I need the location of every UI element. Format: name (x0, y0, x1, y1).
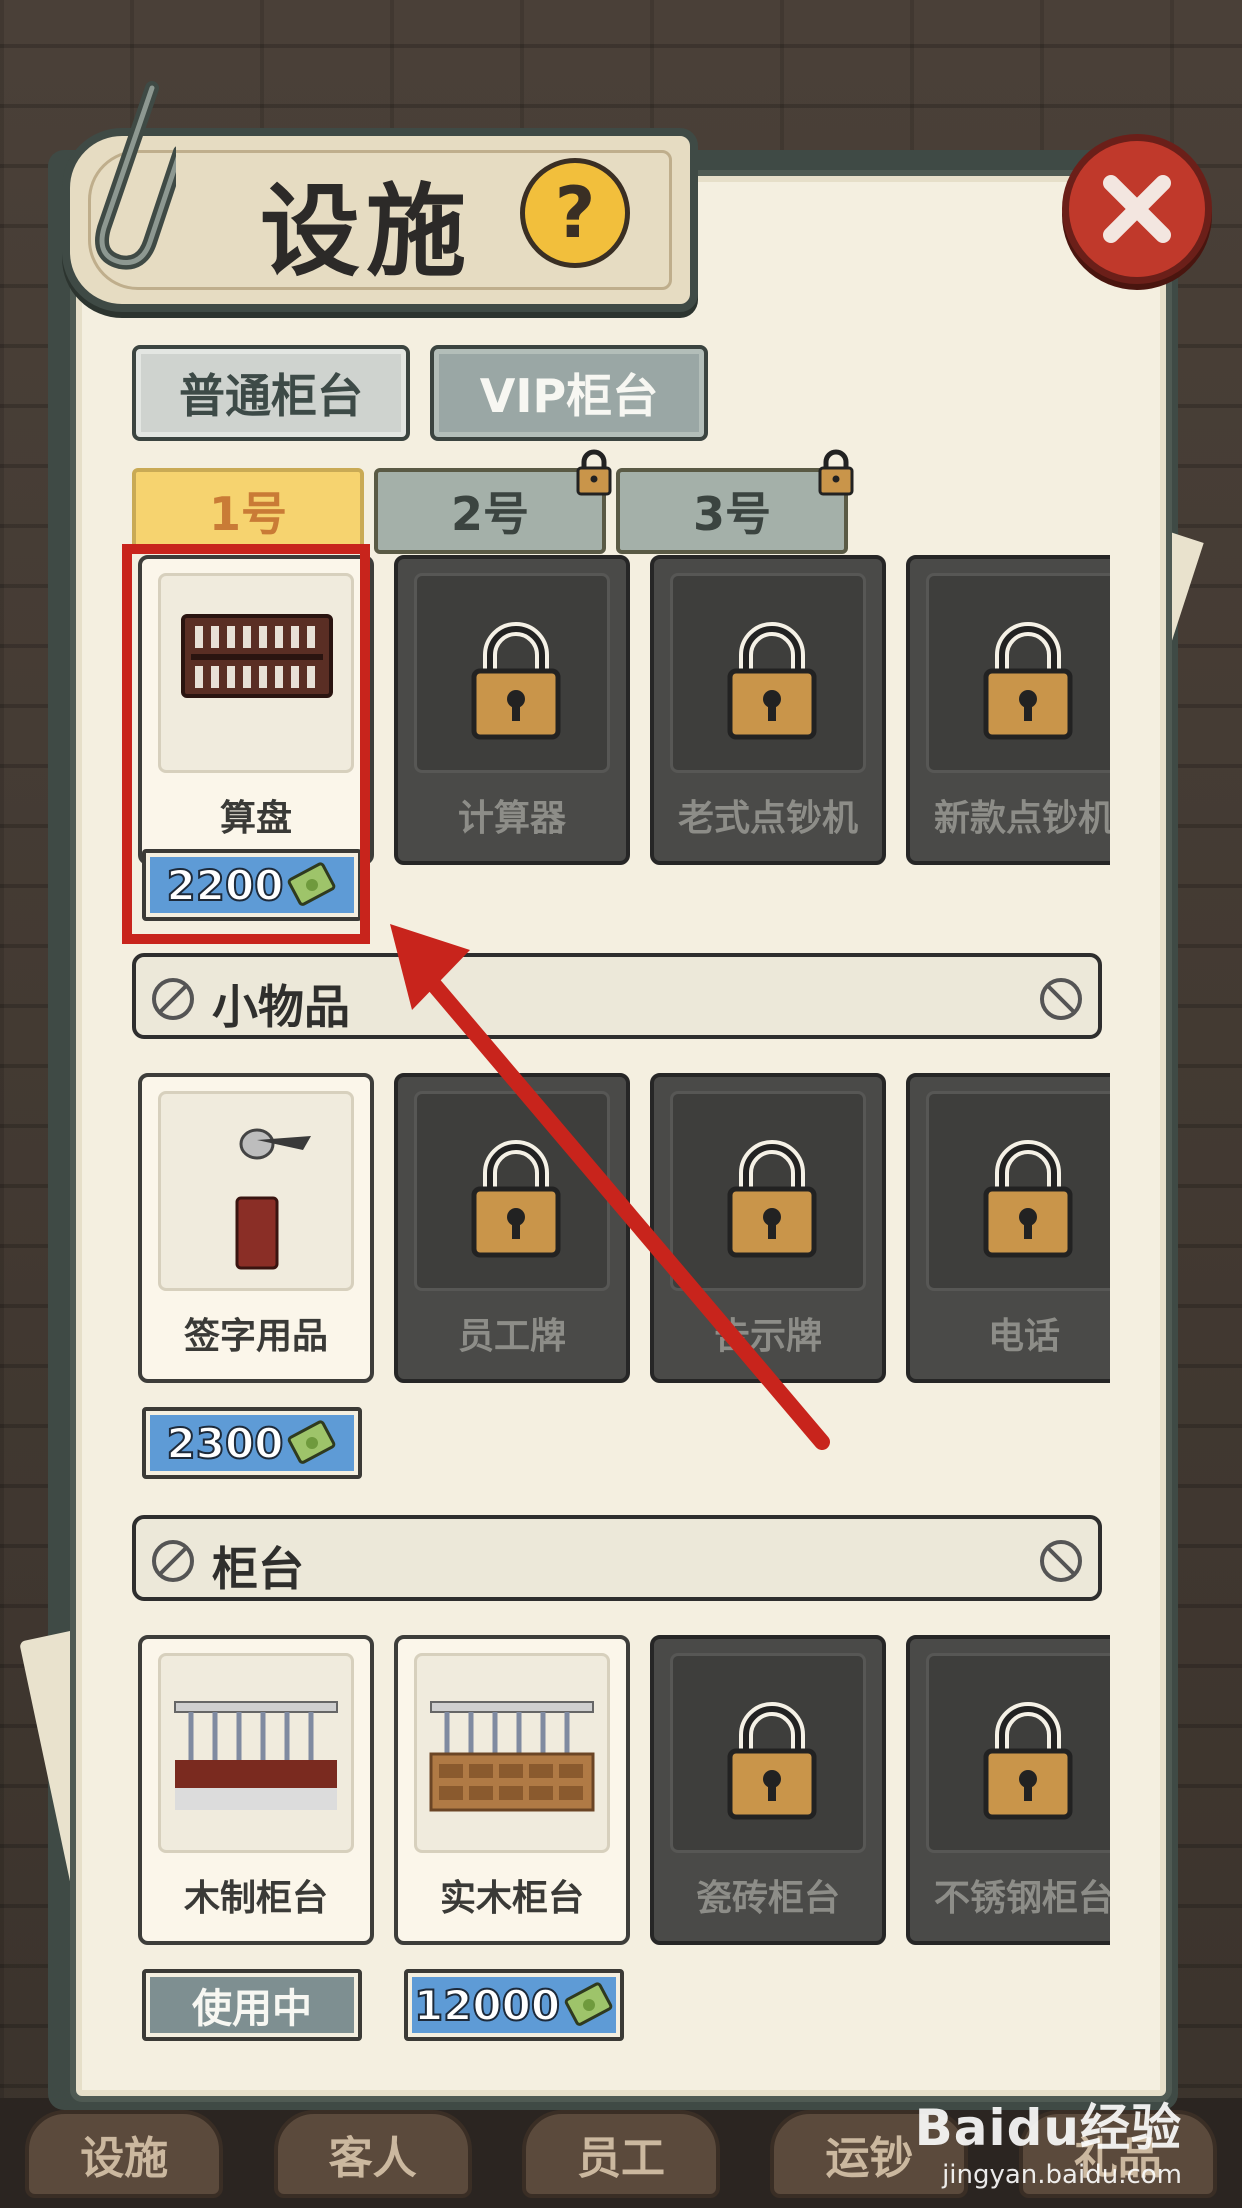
item-wooden-counter[interactable]: 木制柜台 (138, 1635, 374, 1945)
tab-vip-counter[interactable]: VIP柜台 (430, 345, 708, 441)
tab-counter-1[interactable]: 1号 (132, 468, 364, 554)
cash-icon (288, 1420, 336, 1464)
item-calculator[interactable]: 计算器 (394, 555, 630, 865)
annotation-highlight-box (122, 544, 370, 944)
ban-icon (1040, 1540, 1082, 1582)
item-label: 老式点钞机 (677, 798, 858, 839)
wooden-counter-icon (174, 1701, 338, 1810)
item-label: 计算器 (457, 798, 566, 839)
tab-counter-2-label: 2号 (450, 487, 529, 541)
lock-icon (576, 449, 612, 496)
item-image (414, 1653, 610, 1853)
item-stainless-steel-counter[interactable]: 不锈钢柜台 (906, 1635, 1110, 1945)
item-notice-board[interactable]: 告示牌 (650, 1073, 886, 1383)
item-image (158, 1091, 354, 1291)
nav-facilities[interactable]: 设施 (25, 2110, 224, 2198)
item-solid-wood-counter[interactable]: 实木柜台 (394, 1635, 630, 1945)
ban-icon (152, 1540, 194, 1582)
nav-staff[interactable]: 员工 (521, 2110, 720, 2198)
price-button[interactable]: 12000 (404, 1969, 624, 2041)
item-label: 签字用品 (183, 1316, 328, 1357)
page-title: 设施 (260, 173, 472, 290)
tab-counter-3-label: 3号 (692, 487, 771, 541)
lock-icon (818, 449, 854, 496)
solid-wood-counter-icon (429, 1701, 595, 1812)
item-tile-counter[interactable]: 瓷砖柜台 (650, 1635, 886, 1945)
lock-icon (727, 1702, 817, 1820)
stamp-pen-icon (235, 1128, 311, 1270)
help-button[interactable]: ? (520, 158, 630, 268)
price-value: 12000 (413, 1980, 561, 2031)
section-title: 小物品 (212, 980, 350, 1034)
item-old-money-counter[interactable]: 老式点钞机 (650, 555, 886, 865)
item-signing-supplies[interactable]: 签字用品 (138, 1073, 374, 1383)
lock-icon (983, 622, 1073, 740)
lock-icon (471, 622, 561, 740)
lock-icon (727, 622, 817, 740)
price-value: 2300 (166, 1418, 285, 1469)
status-text: 使用中 (192, 1986, 312, 2032)
in-use-status: 使用中 (142, 1969, 362, 2041)
item-label: 员工牌 (457, 1316, 566, 1357)
item-staff-badge[interactable]: 员工牌 (394, 1073, 630, 1383)
tab-counter-3[interactable]: 3号 (616, 449, 854, 554)
item-label: 不锈钢柜台 (933, 1878, 1110, 1919)
item-label: 电话 (987, 1316, 1060, 1357)
lock-icon (983, 1702, 1073, 1820)
item-label: 告示牌 (713, 1316, 822, 1357)
item-new-money-counter[interactable]: 新款点钞机 (906, 555, 1110, 865)
watermark: Baidu经验 jingyan.baidu.com (915, 2088, 1182, 2190)
paperclip-icon (95, 81, 176, 270)
lock-icon (983, 1140, 1073, 1258)
item-telephone[interactable]: 电话 (906, 1073, 1110, 1383)
tab-counter-2[interactable]: 2号 (374, 449, 612, 554)
ban-icon (152, 978, 194, 1020)
tab-normal-counter[interactable]: 普通柜台 (132, 345, 410, 441)
close-button[interactable] (1062, 134, 1212, 284)
item-label: 实木柜台 (439, 1878, 584, 1919)
lock-icon (727, 1140, 817, 1258)
watermark-logo: Baidu经验 (914, 2099, 1182, 2157)
cash-icon (564, 1982, 613, 2026)
nav-guests[interactable]: 客人 (273, 2110, 472, 2198)
watermark-url: jingyan.baidu.com (942, 2160, 1182, 2190)
section-title: 柜台 (212, 1542, 304, 1596)
price-button[interactable]: 2300 (142, 1407, 362, 1479)
close-icon (1103, 175, 1171, 243)
item-label: 瓷砖柜台 (695, 1878, 840, 1919)
tab-counter-1-label: 1号 (208, 487, 287, 541)
section-header-small-items[interactable]: 小物品 (132, 953, 1102, 1039)
item-label: 木制柜台 (183, 1878, 328, 1919)
lock-icon (471, 1140, 561, 1258)
section-header-counters[interactable]: 柜台 (132, 1515, 1102, 1601)
item-label: 新款点钞机 (933, 798, 1110, 839)
item-image (158, 1653, 354, 1853)
ban-icon (1040, 978, 1082, 1020)
